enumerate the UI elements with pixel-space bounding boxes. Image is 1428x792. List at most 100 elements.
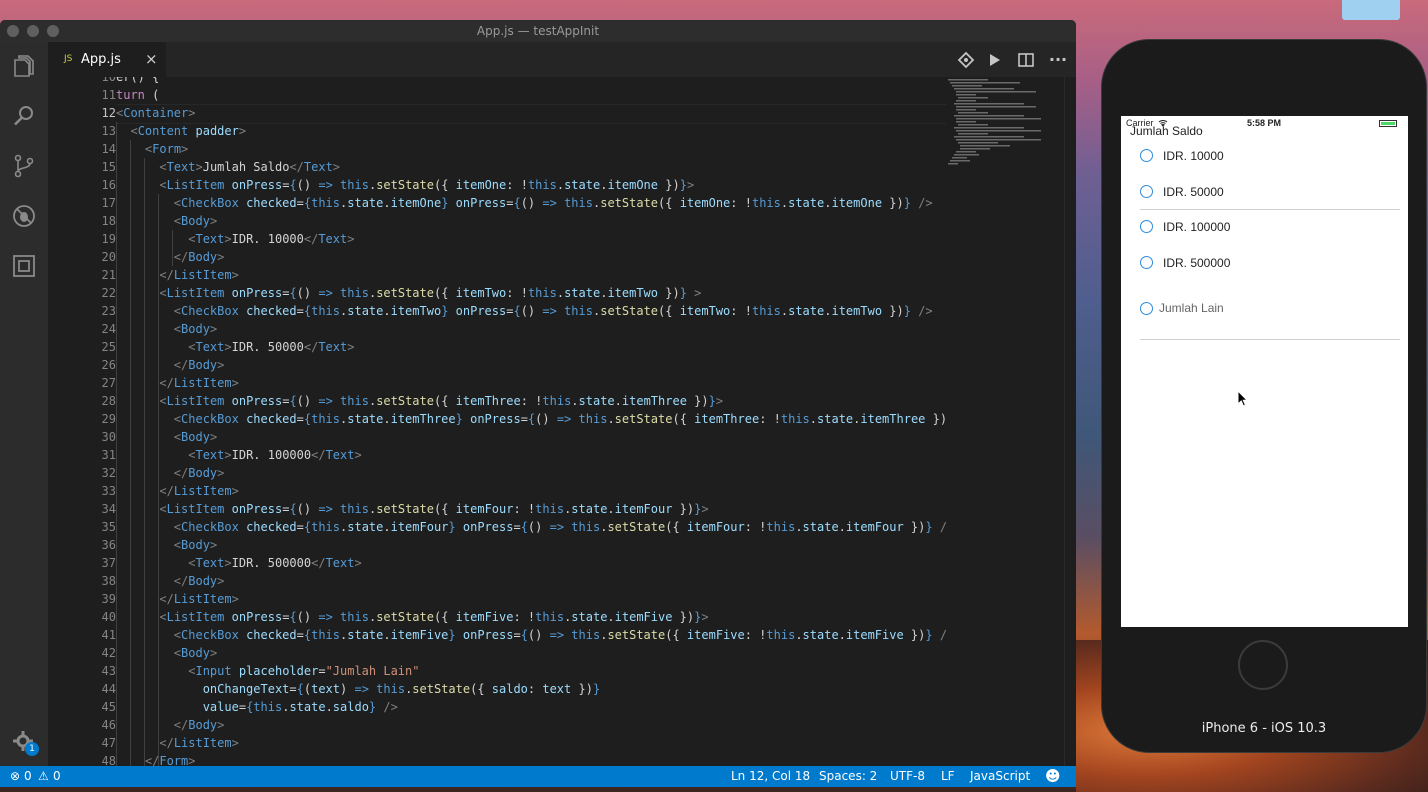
code-token: Container — [123, 106, 189, 120]
code-line[interactable]: <ListItem onPress={() => this.setState({… — [116, 284, 701, 302]
code-line[interactable]: turn ( — [116, 86, 159, 104]
tab-app-js[interactable]: JS App.js × — [48, 42, 166, 77]
list-item[interactable]: IDR. 500000 — [1121, 250, 1408, 280]
code-line[interactable]: <Text>IDR. 50000</Text> — [116, 338, 354, 356]
code-line[interactable]: <ListItem onPress={() => this.setState({… — [116, 608, 708, 626]
code-line[interactable]: <ListItem onPress={() => this.setState({… — [116, 500, 708, 518]
play-icon[interactable] — [984, 50, 1004, 70]
code-token: }) — [925, 412, 946, 426]
code-line[interactable]: </ListItem> — [116, 266, 238, 284]
error-count[interactable]: 0 — [24, 766, 32, 787]
source-control-icon[interactable] — [10, 152, 38, 180]
code-line[interactable]: </Body> — [116, 464, 225, 482]
radio-icon[interactable] — [1140, 149, 1153, 162]
code-token: > — [686, 178, 695, 192]
warning-count[interactable]: 0 — [53, 766, 61, 787]
line-number: 33 — [101, 484, 116, 498]
mouse-cursor-icon — [1237, 390, 1249, 407]
code-token: itemTwo — [831, 304, 883, 318]
error-icon[interactable]: ⊗ — [10, 766, 20, 787]
code-line[interactable]: </ListItem> — [116, 374, 238, 392]
code-line[interactable]: </Body> — [116, 716, 225, 734]
code-editor[interactable]: 10 11 12 13 14 15 16 17 18 19 20 21 22 23 24 25 26 27 28 29… — [48, 77, 1076, 766]
code-line[interactable]: </ListItem> — [116, 590, 238, 608]
language-mode[interactable]: JavaScript — [970, 766, 1030, 787]
code-token: . — [607, 412, 615, 426]
list-item[interactable]: IDR. 10000 — [1121, 143, 1408, 173]
cursor-position[interactable]: Ln 12, Col 18 — [731, 766, 810, 787]
code-line[interactable]: <ListItem onPress={() => this.setState({… — [116, 176, 694, 194]
radio-icon[interactable] — [1140, 256, 1153, 269]
vertical-scrollbar[interactable] — [1064, 77, 1076, 766]
code-token: < — [173, 520, 182, 534]
code-token: = — [318, 664, 326, 678]
split-editor-icon[interactable] — [1016, 50, 1036, 70]
indentation-status[interactable]: Spaces: 2 — [819, 766, 877, 787]
code-line[interactable]: <Text>IDR. 10000</Text> — [116, 230, 354, 248]
list-item[interactable]: Jumlah Lain — [1121, 296, 1408, 326]
warning-icon[interactable]: ⚠ — [38, 766, 49, 787]
line-number: 45 — [101, 700, 116, 714]
close-window-button[interactable] — [7, 25, 19, 37]
amount-input[interactable]: Jumlah Lain — [1159, 301, 1224, 315]
code-line[interactable]: </Body> — [116, 248, 225, 266]
source-control-diamond-icon[interactable] — [956, 50, 976, 70]
radio-icon[interactable] — [1140, 220, 1153, 233]
code-token: ListItem — [173, 268, 232, 282]
code-line[interactable]: <Container> — [116, 104, 196, 122]
more-actions-button[interactable]: ··· — [1048, 50, 1068, 70]
code-token: state — [564, 286, 601, 300]
code-token: padder — [195, 124, 239, 138]
code-line[interactable]: <Body> — [116, 644, 217, 662]
minimize-window-button[interactable] — [27, 25, 39, 37]
tab-close-icon[interactable]: × — [145, 42, 158, 77]
feedback-smiley-icon[interactable]: ☻ — [1045, 766, 1061, 787]
code-line[interactable]: <CheckBox checked={this.state.itemTwo} o… — [116, 302, 933, 320]
code-line[interactable]: <Text>IDR. 500000</Text> — [116, 554, 361, 572]
code-line[interactable]: <CheckBox checked={this.state.itemOne} o… — [116, 194, 933, 212]
code-token: state — [347, 628, 384, 642]
code-line[interactable]: <Body> — [116, 536, 217, 554]
home-button[interactable] — [1238, 640, 1288, 690]
encoding-status[interactable]: UTF-8 — [890, 766, 925, 787]
code-line[interactable]: </ListItem> — [116, 482, 238, 500]
radio-icon[interactable] — [1140, 302, 1153, 315]
code-token: onChangeText — [202, 682, 290, 696]
code-line[interactable]: <CheckBox checked={this.state.itemThree}… — [116, 410, 946, 428]
code-line[interactable]: onChangeText={(text) => this.setState({ … — [116, 680, 600, 698]
code-line[interactable]: <Text>IDR. 100000</Text> — [116, 446, 361, 464]
explorer-icon[interactable] — [10, 52, 38, 80]
code-line[interactable]: <Content padder> — [116, 122, 246, 140]
code-line[interactable]: <Input placeholder="Jumlah Lain" — [116, 662, 419, 680]
maximize-window-button[interactable] — [47, 25, 59, 37]
code-token: { — [520, 628, 528, 642]
code-line[interactable]: <Text>Jumlah Saldo</Text> — [116, 158, 340, 176]
minimap[interactable] — [946, 77, 1064, 197]
code-line[interactable]: <CheckBox checked={this.state.itemFour} … — [116, 518, 946, 536]
debug-icon[interactable] — [10, 202, 38, 230]
code-line[interactable]: <Body> — [116, 428, 217, 446]
code-line[interactable]: er() { — [116, 77, 159, 86]
list-item[interactable]: IDR. 50000 — [1121, 179, 1408, 209]
simulator-screen[interactable]: Carrier 5:58 PM Jumlah Saldo IDR. 10000 … — [1121, 116, 1408, 627]
search-icon[interactable] — [10, 102, 38, 130]
list-item[interactable]: IDR. 100000 — [1121, 214, 1408, 244]
code-line[interactable]: </ListItem> — [116, 734, 238, 752]
code-line[interactable]: </Body> — [116, 356, 225, 374]
eol-status[interactable]: LF — [941, 766, 955, 787]
code-line[interactable]: value={this.state.saldo} /> — [116, 698, 398, 716]
code-area[interactable]: er() {turn (<Container> <Content padder>… — [116, 77, 946, 766]
code-line[interactable]: </Body> — [116, 572, 225, 590]
code-line[interactable]: <Form> — [116, 140, 188, 158]
code-line[interactable]: <CheckBox checked={this.state.itemFive} … — [116, 626, 946, 644]
code-line[interactable]: <ListItem onPress={() => this.setState({… — [116, 392, 723, 410]
radio-icon[interactable] — [1140, 185, 1153, 198]
extensions-icon[interactable] — [10, 252, 38, 280]
code-line[interactable]: <Body> — [116, 320, 217, 338]
code-line[interactable]: </Form> — [116, 752, 196, 766]
code-line[interactable]: <Body> — [116, 212, 217, 230]
